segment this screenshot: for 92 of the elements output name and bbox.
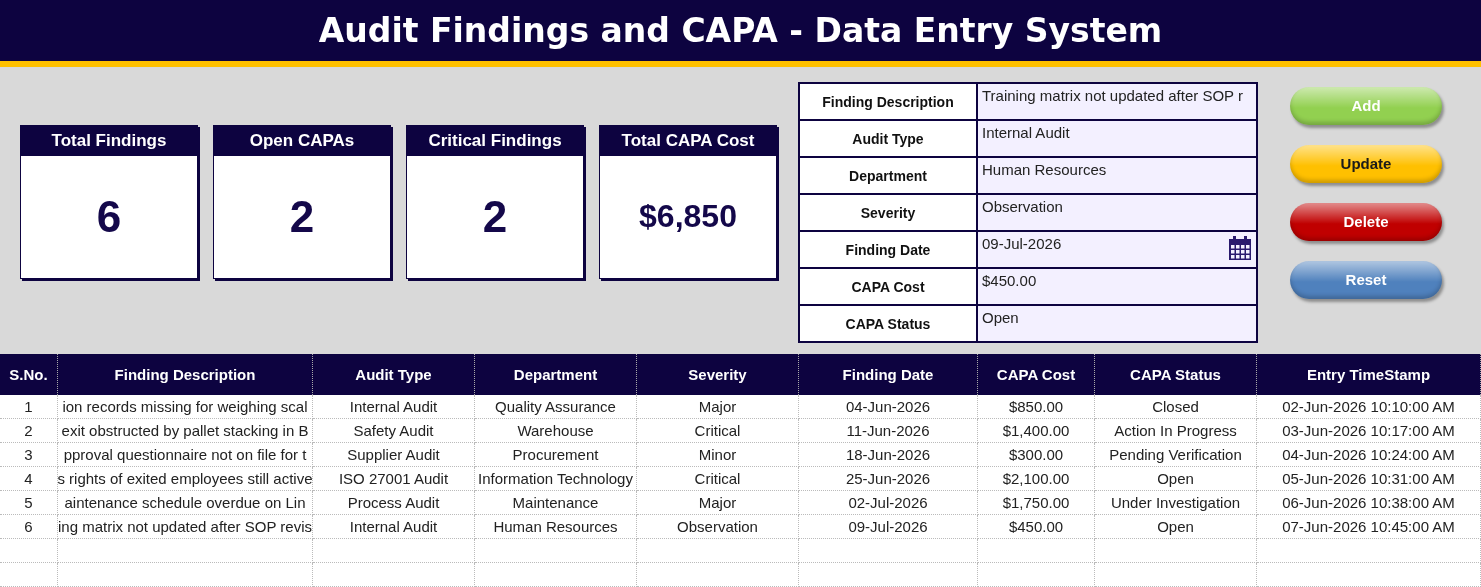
action-button[interactable]: Delete bbox=[1290, 202, 1442, 241]
input-field[interactable]: Open bbox=[978, 305, 1256, 341]
table-cell: 03-Jun-2026 10:17:00 AM bbox=[1257, 419, 1481, 443]
table-cell: 5 bbox=[0, 491, 58, 515]
table-cell: Closed bbox=[1095, 395, 1257, 419]
action-button[interactable]: Reset bbox=[1290, 260, 1442, 299]
kpi-value: 2 bbox=[288, 190, 316, 243]
table-cell: Observation bbox=[637, 515, 799, 539]
table-cell: pproval questionnaire not on file for t bbox=[58, 443, 313, 467]
field-label: Finding Date bbox=[800, 231, 978, 269]
table-cell: 09-Jul-2026 bbox=[799, 515, 978, 539]
table-cell: 04-Jun-2026 10:24:00 AM bbox=[1257, 443, 1481, 467]
table-cell: Supplier Audit bbox=[313, 443, 475, 467]
table-cell: Action In Progress bbox=[1095, 419, 1257, 443]
table-cell: Open bbox=[1095, 467, 1257, 491]
action-button[interactable]: Update bbox=[1290, 144, 1442, 183]
table-cell: Open bbox=[1095, 515, 1257, 539]
table-cell: Process Audit bbox=[313, 491, 475, 515]
column-header: Entry TimeStamp bbox=[1257, 354, 1481, 395]
input-field[interactable]: $450.00 bbox=[978, 268, 1256, 306]
kpi-label: Critical Findings bbox=[407, 125, 583, 156]
table-cell: 1 bbox=[0, 395, 58, 419]
kpi-value: 6 bbox=[95, 190, 123, 243]
table-cell: s rights of exited employees still active bbox=[58, 467, 313, 491]
input-field[interactable]: Human Resources bbox=[978, 157, 1256, 195]
table-cell: Maintenance bbox=[475, 491, 637, 515]
table-cell: Major bbox=[637, 395, 799, 419]
page-title: Audit Findings and CAPA - Data Entry System bbox=[0, 0, 1481, 67]
table-cell: Quality Assurance bbox=[475, 395, 637, 419]
table-cell: Under Investigation bbox=[1095, 491, 1257, 515]
table-cell: 06-Jun-2026 10:38:00 AM bbox=[1257, 491, 1481, 515]
table-cell: Warehouse bbox=[475, 419, 637, 443]
table-cell: Internal Audit bbox=[313, 395, 475, 419]
table-cell: Pending Verification bbox=[1095, 443, 1257, 467]
table-cell: Minor bbox=[637, 443, 799, 467]
table-cell: $850.00 bbox=[978, 395, 1095, 419]
empty-cell bbox=[0, 539, 58, 563]
table-cell: 4 bbox=[0, 467, 58, 491]
empty-cell bbox=[0, 563, 58, 587]
input-field[interactable]: Internal Audit bbox=[978, 120, 1256, 158]
field-label: Finding Description bbox=[800, 83, 978, 121]
field-label: CAPA Cost bbox=[800, 268, 978, 306]
calendar-icon[interactable] bbox=[1228, 234, 1252, 261]
kpi-value: 2 bbox=[481, 190, 509, 243]
column-header: Finding Date bbox=[799, 354, 978, 395]
column-header: Severity bbox=[637, 354, 799, 395]
input-field[interactable]: Observation bbox=[978, 194, 1256, 232]
kpi-value: $6,850 bbox=[638, 197, 738, 237]
table-cell: 11-Jun-2026 bbox=[799, 419, 978, 443]
field-label: Department bbox=[800, 157, 978, 195]
table-cell: Human Resources bbox=[475, 515, 637, 539]
table-cell: 3 bbox=[0, 443, 58, 467]
column-header: Finding Description bbox=[58, 354, 313, 395]
column-header: Department bbox=[475, 354, 637, 395]
kpi-label: Open CAPAs bbox=[214, 125, 390, 156]
table-cell: 02-Jun-2026 10:10:00 AM bbox=[1257, 395, 1481, 419]
table-cell: exit obstructed by pallet stacking in B bbox=[58, 419, 313, 443]
table-cell: ion records missing for weighing scal bbox=[58, 395, 313, 419]
column-header: S.No. bbox=[0, 354, 58, 395]
table-cell: 07-Jun-2026 10:45:00 AM bbox=[1257, 515, 1481, 539]
table-cell: Internal Audit bbox=[313, 515, 475, 539]
input-field[interactable]: Training matrix not updated after SOP r bbox=[978, 83, 1256, 121]
table-cell: Information Technology bbox=[475, 467, 637, 491]
column-header: CAPA Cost bbox=[978, 354, 1095, 395]
table-cell: 6 bbox=[0, 515, 58, 539]
table-cell: Critical bbox=[637, 419, 799, 443]
field-label: Severity bbox=[800, 194, 978, 232]
table-cell: $450.00 bbox=[978, 515, 1095, 539]
table-cell: $1,400.00 bbox=[978, 419, 1095, 443]
table-cell: Major bbox=[637, 491, 799, 515]
kpi-label: Total CAPA Cost bbox=[600, 125, 776, 156]
column-header: Audit Type bbox=[313, 354, 475, 395]
table-cell: ing matrix not updated after SOP revis bbox=[58, 515, 313, 539]
column-header: CAPA Status bbox=[1095, 354, 1257, 395]
table-cell: 05-Jun-2026 10:31:00 AM bbox=[1257, 467, 1481, 491]
kpi-label: Total Findings bbox=[21, 125, 197, 156]
table-cell: ISO 27001 Audit bbox=[313, 467, 475, 491]
table-cell: Critical bbox=[637, 467, 799, 491]
table-cell: 25-Jun-2026 bbox=[799, 467, 978, 491]
table-cell: $1,750.00 bbox=[978, 491, 1095, 515]
table-cell: 2 bbox=[0, 419, 58, 443]
table-cell: aintenance schedule overdue on Lin bbox=[58, 491, 313, 515]
table-cell: $300.00 bbox=[978, 443, 1095, 467]
table-cell: $2,100.00 bbox=[978, 467, 1095, 491]
table-cell: 18-Jun-2026 bbox=[799, 443, 978, 467]
input-field[interactable]: 09-Jul-2026 bbox=[978, 231, 1256, 269]
field-label: Audit Type bbox=[800, 120, 978, 158]
table-cell: Procurement bbox=[475, 443, 637, 467]
table-cell: Safety Audit bbox=[313, 419, 475, 443]
field-label: CAPA Status bbox=[800, 305, 978, 341]
table-cell: 02-Jul-2026 bbox=[799, 491, 978, 515]
table-cell: 04-Jun-2026 bbox=[799, 395, 978, 419]
